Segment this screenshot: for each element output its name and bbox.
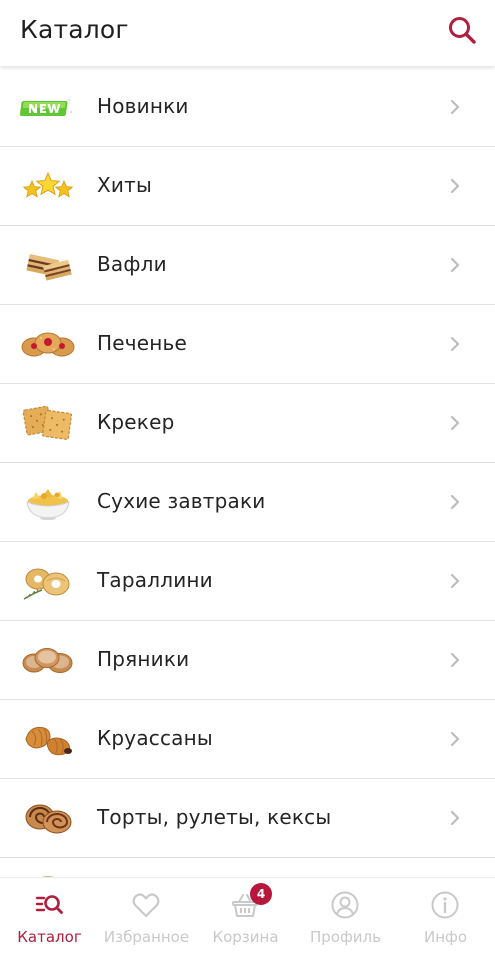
chevron-right-icon <box>450 257 460 273</box>
tab-label: Каталог <box>17 928 82 946</box>
tab-catalog[interactable]: Каталог <box>0 878 99 955</box>
chevron-right-icon <box>450 178 460 194</box>
tab-label: Избранное <box>103 928 190 946</box>
category-item-partial[interactable] <box>0 858 495 877</box>
tab-cart[interactable]: Корзина <box>196 878 295 955</box>
category-item-wafers[interactable]: Вафли <box>0 226 495 305</box>
category-item-new[interactable]: Новинки <box>0 68 495 147</box>
category-label: Печенье <box>97 331 188 355</box>
chevron-right-icon <box>450 731 460 747</box>
chevron-right-icon <box>450 415 460 431</box>
tab-label: Профиль <box>310 928 381 946</box>
catalog-screen: Каталог Новинки Хиты Вафли Печенье Креке… <box>0 0 495 955</box>
cracker-icon <box>20 401 76 445</box>
chevron-right-icon <box>450 810 460 826</box>
category-item-cereals[interactable]: Сухие завтраки <box>0 463 495 542</box>
gingerbread-icon <box>20 638 76 682</box>
chevron-right-icon <box>450 99 460 115</box>
profile-icon <box>331 891 359 919</box>
bottom-navigation: Каталог Избранное Корзина 4 Профиль Инфо <box>0 877 495 955</box>
page-title: Каталог <box>20 15 129 44</box>
category-list: Новинки Хиты Вафли Печенье Крекер Сухие … <box>0 68 495 877</box>
category-label: Новинки <box>97 94 189 118</box>
chevron-right-icon <box>450 336 460 352</box>
category-item-hits[interactable]: Хиты <box>0 147 495 226</box>
tab-label: Инфо <box>423 928 468 946</box>
category-label: Пряники <box>97 647 190 671</box>
category-item-croissants[interactable]: Круассаны <box>0 700 495 779</box>
category-label: Крекер <box>97 410 175 434</box>
chevron-right-icon <box>450 652 460 668</box>
info-icon <box>431 891 459 919</box>
new-badge-icon <box>20 85 76 129</box>
category-label: Круассаны <box>97 726 213 750</box>
category-label: Сухие завтраки <box>97 489 266 513</box>
category-label: Вафли <box>97 252 167 276</box>
tab-favorites[interactable]: Избранное <box>97 878 196 955</box>
category-label: Тараллини <box>97 568 213 592</box>
wafer-icon <box>20 243 76 287</box>
category-label: Хиты <box>97 173 152 197</box>
category-item-cookies[interactable]: Печенье <box>0 305 495 384</box>
search-button[interactable] <box>446 14 478 46</box>
category-label: Торты, рулеты, кексы <box>97 805 332 829</box>
taralli-icon <box>20 559 76 603</box>
top-bar: Каталог <box>0 0 495 66</box>
cart-count-badge: 4 <box>250 883 272 905</box>
chevron-right-icon <box>450 573 460 589</box>
tab-profile[interactable]: Профиль <box>296 878 395 955</box>
category-item-cakes[interactable]: Торты, рулеты, кексы <box>0 779 495 858</box>
croissant-icon <box>20 717 76 761</box>
category-item-taralli[interactable]: Тараллини <box>0 542 495 621</box>
cereal-bowl-icon <box>20 480 76 524</box>
tab-label: Корзина <box>212 928 279 946</box>
catalog-search-icon <box>35 895 63 914</box>
heart-icon <box>132 893 160 918</box>
category-item-cracker[interactable]: Крекер <box>0 384 495 463</box>
cookie-icon <box>20 322 76 366</box>
tab-info[interactable]: Инфо <box>396 878 495 955</box>
stars-icon <box>20 164 76 208</box>
category-item-gingerbread[interactable]: Пряники <box>0 621 495 700</box>
search-icon <box>449 17 476 44</box>
cake-roll-icon <box>20 796 76 840</box>
chevron-right-icon <box>450 494 460 510</box>
